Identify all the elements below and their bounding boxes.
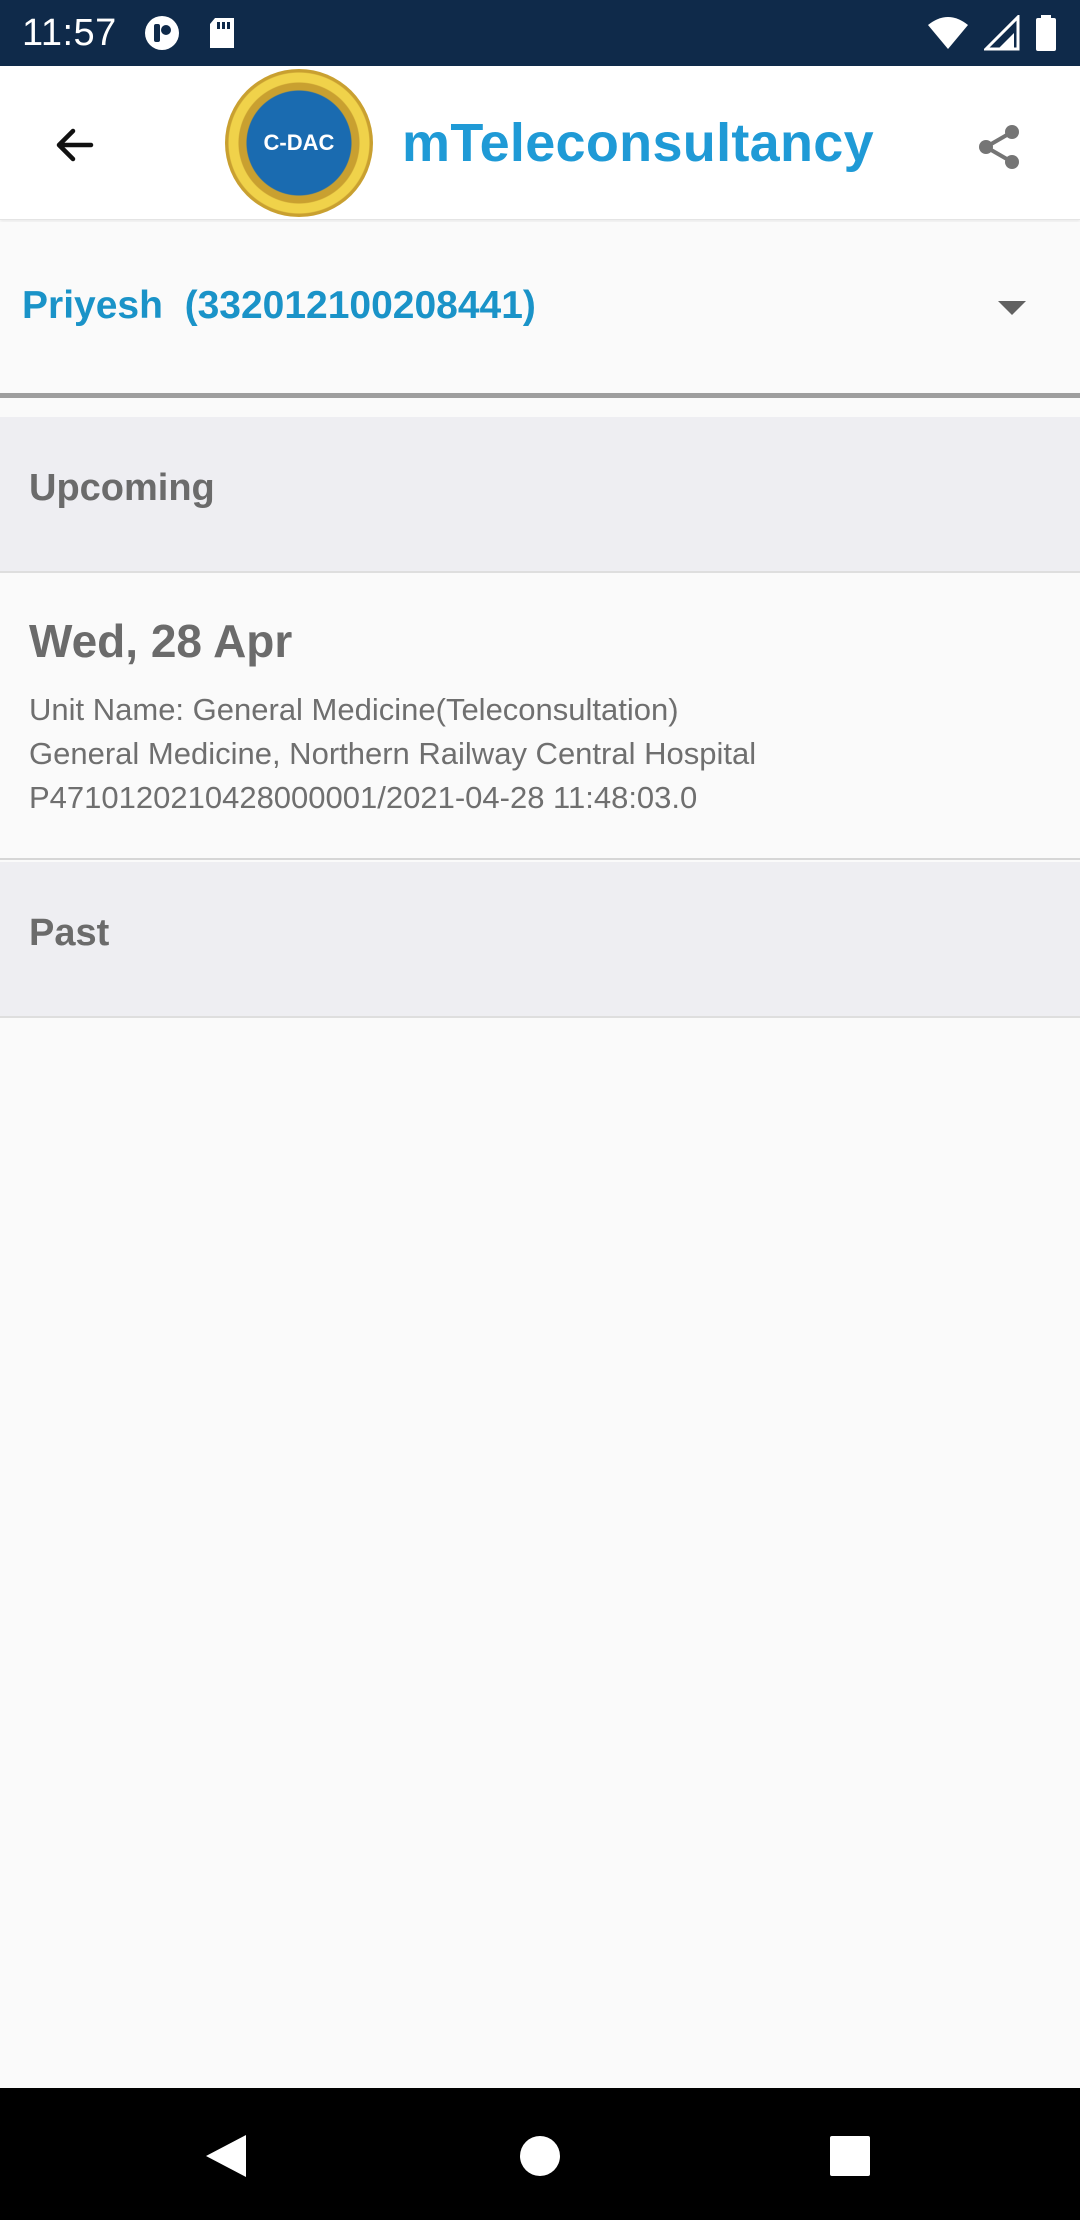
arrow-back-icon (56, 128, 94, 162)
nav-recents-button[interactable] (820, 2128, 880, 2184)
patient-dropdown[interactable]: Priyesh (332012100208441) (0, 222, 1080, 398)
recents-square-icon (830, 2136, 870, 2176)
section-title-upcoming: Upcoming (29, 467, 215, 509)
appointment-reference: P47101202104280000​01/2021-04-28 11:48:0… (29, 780, 698, 815)
back-triangle-icon (206, 2135, 246, 2177)
back-button[interactable] (40, 110, 110, 180)
appointment-department: General Medicine, Northern Railway Centr… (29, 736, 757, 771)
notification-app-icon (143, 14, 181, 52)
app-bar: C-DAC mTeleconsultancy (0, 66, 1080, 220)
appointment-date: Wed, 28 Apr (29, 615, 293, 667)
sd-card-icon (207, 16, 237, 50)
app-title: mTeleconsultancy (402, 113, 874, 173)
nav-home-button[interactable] (510, 2128, 570, 2184)
nav-back-button[interactable] (196, 2128, 256, 2184)
app-logo: C-DAC (225, 69, 373, 217)
section-title-past: Past (29, 912, 110, 954)
battery-icon (1034, 14, 1058, 52)
status-bar: 11:57 (0, 0, 1080, 66)
home-circle-icon (520, 2136, 560, 2176)
appointment-unit: Unit Name: General Medicine(Teleconsulta… (29, 692, 679, 727)
system-nav-bar (0, 2088, 1080, 2220)
cell-signal-icon (984, 15, 1020, 51)
share-icon (979, 125, 1019, 169)
status-time: 11:57 (22, 11, 117, 54)
chevron-down-icon[interactable] (998, 301, 1026, 315)
wifi-icon (926, 15, 970, 51)
share-button[interactable] (964, 112, 1034, 182)
patient-selected-value: Priyesh (332012100208441) (22, 284, 536, 327)
appointment-item[interactable]: Wed, 28 Apr Unit Name: General Medicine(… (0, 575, 1080, 860)
logo-text: C-DAC (263, 130, 335, 155)
section-header-upcoming: Upcoming (0, 417, 1080, 573)
section-header-past: Past (0, 862, 1080, 1018)
